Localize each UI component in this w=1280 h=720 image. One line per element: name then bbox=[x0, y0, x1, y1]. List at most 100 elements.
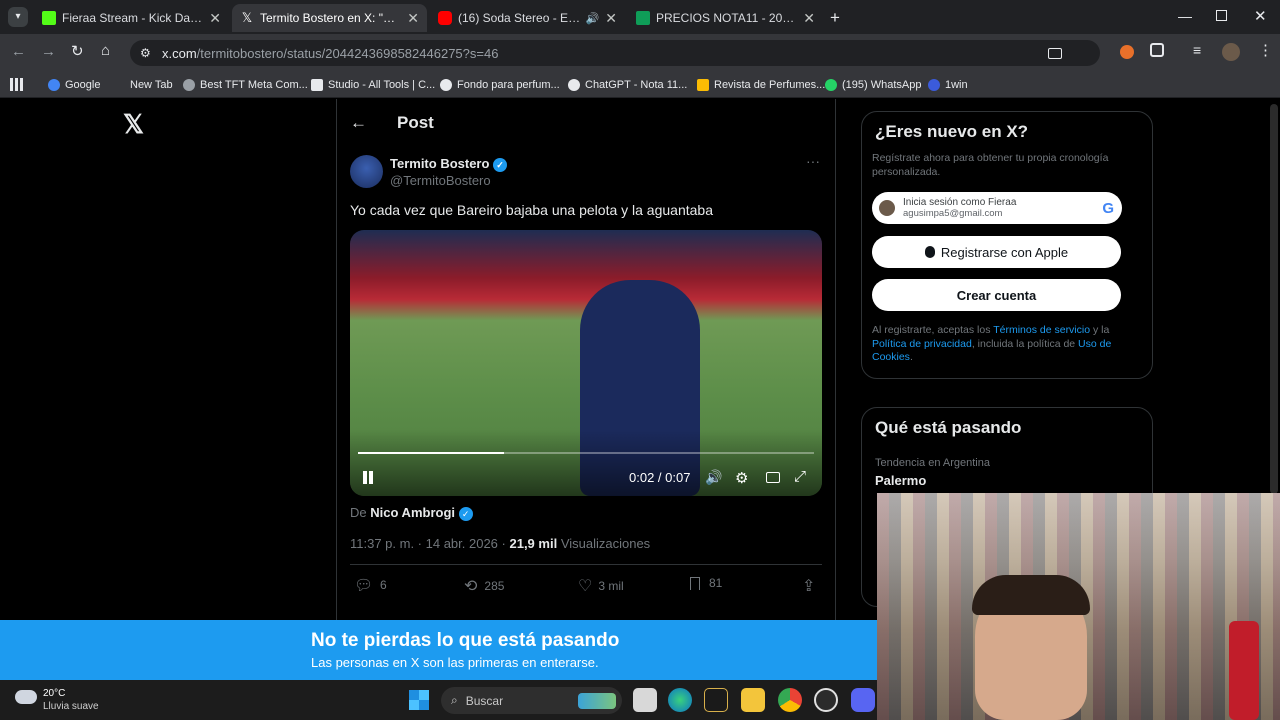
google-signin-button[interactable]: Inicia sesión como Fieraa agusimpa5@gmai… bbox=[872, 192, 1122, 224]
trend-topic[interactable]: Palermo bbox=[875, 473, 926, 488]
reply-button[interactable]: 💬︎ 6 bbox=[354, 576, 387, 594]
media-control-icon[interactable]: ≡ bbox=[1193, 42, 1201, 58]
minimize-button[interactable]: — bbox=[1178, 8, 1192, 24]
privacy-link[interactable]: Política de privacidad bbox=[872, 338, 972, 350]
extensions-puzzle-icon[interactable] bbox=[1150, 43, 1164, 57]
post-text: Yo cada vez que Bareiro bajaba una pelot… bbox=[350, 202, 713, 218]
tab-sheets-precios[interactable]: PRECIOS NOTA11 - 2026 - Hoja ✕ bbox=[628, 4, 823, 32]
video-progress-track[interactable] bbox=[358, 452, 814, 454]
author-avatar[interactable] bbox=[350, 155, 383, 188]
browser-menu-icon[interactable]: ⋮ bbox=[1258, 41, 1273, 59]
create-account-button[interactable]: Crear cuenta bbox=[872, 279, 1121, 311]
page-scrollbar[interactable] bbox=[1270, 104, 1278, 494]
site-info-icon[interactable]: ⚙ bbox=[140, 46, 154, 60]
speaker-icon[interactable]: 🔊 bbox=[586, 12, 600, 25]
picture-in-picture-icon[interactable] bbox=[766, 472, 780, 483]
bookmark-revista-perfumes[interactable]: Revista de Perfumes... bbox=[697, 76, 825, 94]
video-shade bbox=[350, 430, 822, 496]
x-logo-icon: 𝕏 bbox=[241, 10, 253, 25]
extension-fox-icon[interactable] bbox=[1120, 45, 1134, 59]
like-button[interactable]: ♡ 3 mil bbox=[578, 576, 624, 596]
bookmark-new-tab[interactable]: New Tab bbox=[130, 76, 173, 94]
1win-icon bbox=[928, 79, 940, 91]
tab-x-post[interactable]: 𝕏 Termito Bostero en X: "Yo cada ✕ bbox=[232, 4, 427, 32]
bookmark-tft-meta[interactable]: Best TFT Meta Com... bbox=[183, 76, 308, 94]
obs-icon[interactable] bbox=[814, 688, 838, 712]
bookmark-fondo-perfum[interactable]: Fondo para perfum... bbox=[440, 76, 560, 94]
settings-gear-icon[interactable]: ⚙ bbox=[735, 469, 748, 487]
weather-temp[interactable]: 20°C bbox=[43, 688, 65, 699]
profile-avatar-icon[interactable] bbox=[1222, 43, 1240, 61]
video-player[interactable]: 0:02 / 0:07 🔊 ⚙ ⤢ bbox=[350, 230, 822, 496]
home-icon[interactable]: ⌂ bbox=[101, 42, 110, 59]
close-tab-icon[interactable]: ✕ bbox=[209, 10, 221, 27]
apps-grid-icon[interactable] bbox=[10, 78, 23, 91]
reload-icon[interactable]: ↻ bbox=[71, 42, 84, 60]
bookmark-studio[interactable]: Studio - All Tools | C... bbox=[311, 76, 435, 94]
signup-legal: Al registrarte, aceptas los Términos de … bbox=[872, 324, 1112, 363]
address-bar[interactable]: ⚙ x.com/termitobostero/status/2044243698… bbox=[130, 40, 1100, 66]
close-tab-icon[interactable]: ✕ bbox=[803, 10, 815, 27]
trend-context: Tendencia en Argentina bbox=[875, 457, 990, 469]
repost-icon: ⟲ bbox=[464, 578, 478, 595]
back-icon[interactable]: ← bbox=[11, 43, 26, 60]
author-name[interactable]: Termito Bostero ✓ bbox=[390, 156, 508, 172]
post-timestamp[interactable]: 11:37 p. m. · 14 abr. 2026 · bbox=[350, 536, 506, 551]
video-attribution: De Nico Ambrogi ✓ bbox=[350, 505, 473, 521]
close-tab-icon[interactable]: ✕ bbox=[605, 10, 617, 27]
install-app-icon[interactable] bbox=[1048, 47, 1062, 59]
fullscreen-icon[interactable]: ⤢ bbox=[794, 468, 806, 485]
video-time: 0:02 / 0:07 bbox=[629, 470, 691, 485]
chatgpt-icon bbox=[568, 79, 580, 91]
red-object bbox=[1229, 621, 1259, 720]
share-button[interactable]: ⇪ bbox=[802, 576, 815, 596]
views-label: Visualizaciones bbox=[560, 536, 651, 551]
tab-list-dropdown-button[interactable]: ▾ bbox=[8, 7, 28, 27]
tab-kick-dashboard[interactable]: Fieraa Stream - Kick Dashboard ✕ bbox=[34, 4, 229, 32]
discord-icon[interactable] bbox=[851, 688, 875, 712]
edge-icon[interactable] bbox=[668, 688, 692, 712]
trends-title: Qué está pasando bbox=[875, 418, 1022, 437]
page-title: Post bbox=[397, 113, 434, 132]
weather-condition[interactable]: Lluvia suave bbox=[43, 701, 99, 712]
terms-link[interactable]: Términos de servicio bbox=[993, 324, 1090, 336]
task-view-icon[interactable] bbox=[633, 688, 657, 712]
webcam-overlay bbox=[877, 493, 1280, 720]
signup-banner: No te pierdas lo que está pasando Las pe… bbox=[0, 620, 880, 680]
volume-icon[interactable]: 🔊 bbox=[705, 469, 722, 486]
author-handle[interactable]: @TermitoBostero bbox=[390, 173, 491, 188]
repost-button[interactable]: ⟲ 285 bbox=[464, 576, 504, 596]
back-arrow-icon[interactable]: ← bbox=[350, 113, 367, 133]
close-tab-icon[interactable]: ✕ bbox=[407, 10, 419, 27]
bookmark-whatsapp[interactable]: (195) WhatsApp bbox=[825, 76, 921, 94]
taskbar-search-box[interactable]: ⌕ Buscar bbox=[441, 687, 622, 714]
x-home-logo-icon[interactable]: 𝕏 bbox=[123, 111, 144, 137]
close-window-button[interactable]: ✕ bbox=[1254, 7, 1267, 25]
attribution-author[interactable]: Nico Ambrogi bbox=[370, 505, 455, 520]
app-icon[interactable] bbox=[704, 688, 728, 712]
apple-signup-button[interactable]: Registrarse con Apple bbox=[872, 236, 1121, 268]
chatgpt-icon bbox=[440, 79, 452, 91]
weather-cloud-icon[interactable] bbox=[15, 690, 37, 704]
forward-icon[interactable]: → bbox=[41, 43, 56, 60]
windows-start-icon[interactable] bbox=[409, 690, 429, 710]
chrome-icon[interactable] bbox=[778, 688, 802, 712]
tab-youtube-soda-stereo[interactable]: (16) Soda Stereo - En La Ciu 🔊 ✕ bbox=[430, 4, 625, 32]
url-host: x.com bbox=[162, 45, 197, 61]
more-options-icon[interactable]: ··· bbox=[806, 153, 820, 169]
new-tab-button[interactable]: + bbox=[830, 8, 840, 28]
divider bbox=[350, 564, 822, 565]
heart-icon: ♡ bbox=[578, 578, 593, 595]
bookmark-1win[interactable]: 1win bbox=[928, 76, 968, 94]
streamer-hair bbox=[972, 575, 1090, 615]
bookmark-google[interactable]: Google bbox=[48, 76, 100, 94]
kick-icon bbox=[42, 11, 56, 25]
bookmark-chatgpt-nota[interactable]: ChatGPT - Nota 11... bbox=[568, 76, 687, 94]
google-account-avatar bbox=[879, 200, 895, 216]
pause-icon[interactable] bbox=[363, 471, 367, 484]
restore-button[interactable] bbox=[1216, 10, 1227, 21]
views-count: 21,9 mil bbox=[509, 536, 558, 551]
file-explorer-icon[interactable] bbox=[741, 688, 765, 712]
bookmark-button[interactable]: 81 bbox=[690, 576, 722, 590]
signup-title: ¿Eres nuevo en X? bbox=[875, 122, 1029, 141]
